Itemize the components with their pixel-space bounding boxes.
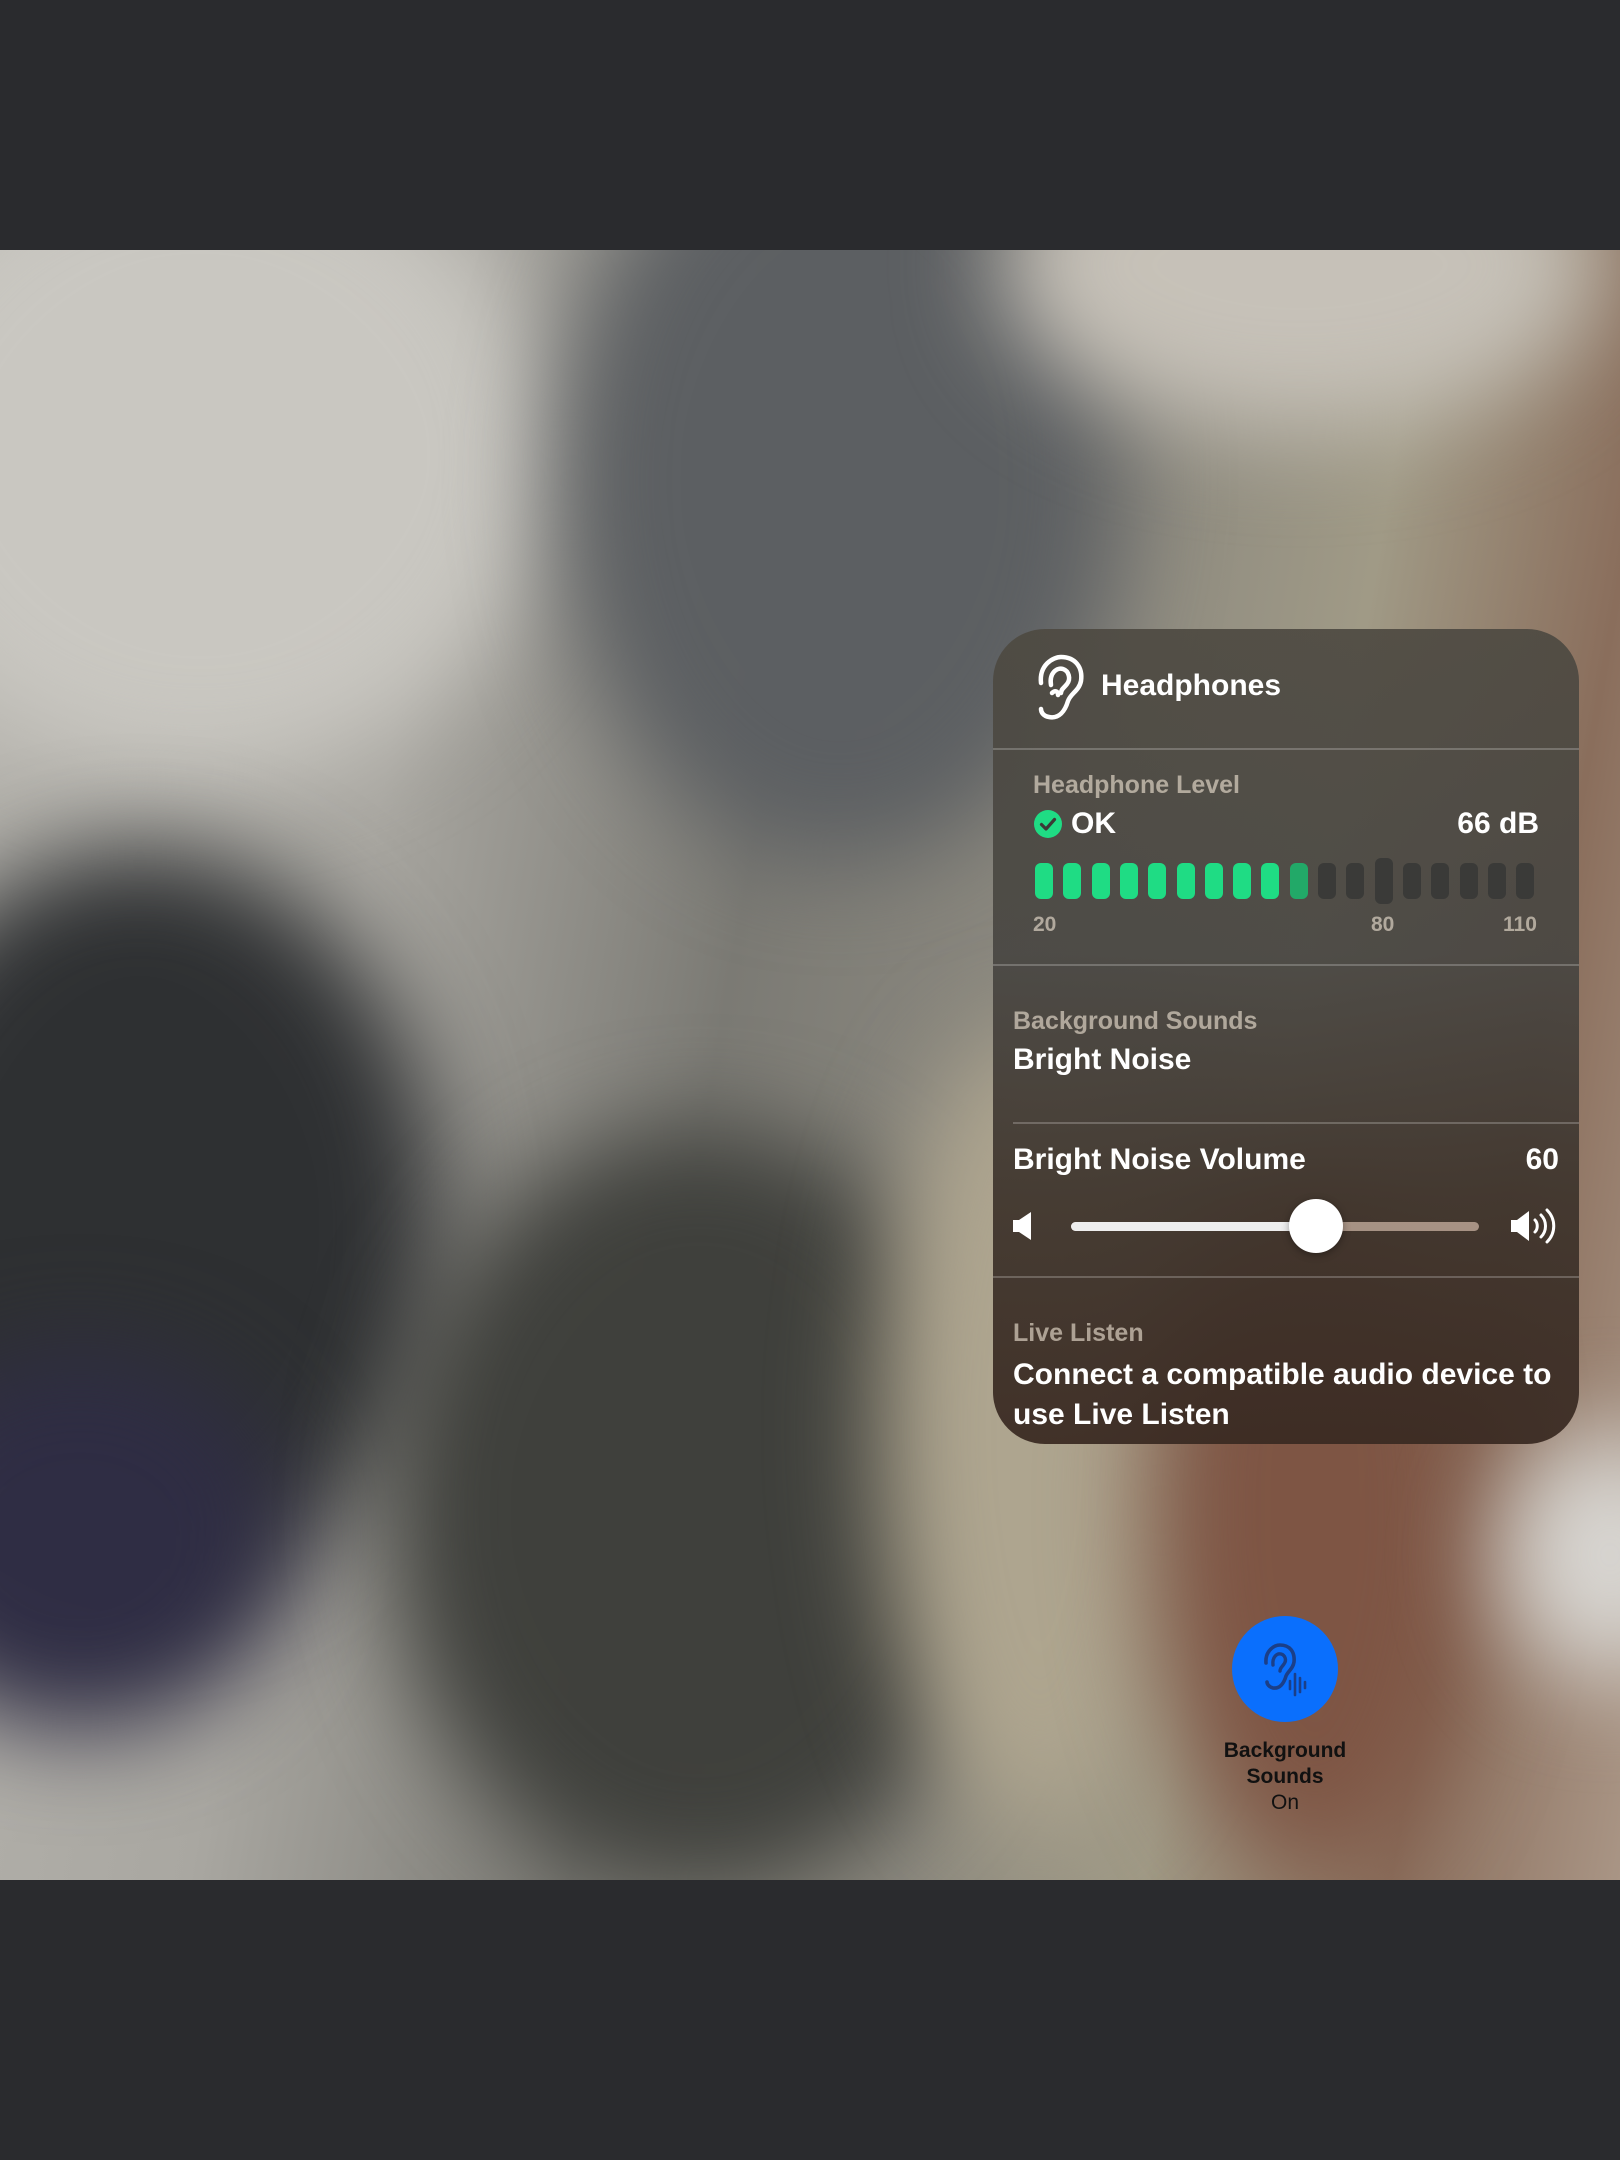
level-meter-segment xyxy=(1063,863,1082,899)
level-meter-segment xyxy=(1459,863,1478,899)
volume-label: Bright Noise Volume xyxy=(1013,1143,1306,1176)
level-meter-segment xyxy=(1176,863,1195,899)
speaker-low-icon[interactable] xyxy=(1011,1210,1035,1242)
level-meter-segment xyxy=(1431,863,1450,899)
speaker-high-icon[interactable] xyxy=(1509,1208,1561,1244)
divider xyxy=(1013,1122,1579,1124)
volume-slider[interactable] xyxy=(1071,1199,1479,1253)
slider-fill xyxy=(1071,1222,1316,1231)
level-meter-segment xyxy=(1261,863,1280,899)
tick-label-mid: 80 xyxy=(1371,913,1395,936)
divider xyxy=(993,964,1579,966)
level-meter-segment xyxy=(1035,863,1053,899)
level-meter-segment xyxy=(1091,863,1110,899)
level-meter-segment xyxy=(1233,863,1252,899)
panel-title: Headphones xyxy=(1101,669,1282,702)
top-dark-band xyxy=(0,0,1620,250)
live-listen-message: Connect a compatible audio device to use… xyxy=(1013,1358,1552,1431)
level-meter-segment xyxy=(1318,863,1336,899)
ear-sound-icon xyxy=(1264,1643,1307,1697)
tick-label-min: 20 xyxy=(1033,913,1057,936)
level-status: OK xyxy=(1071,807,1116,840)
ear-icon xyxy=(1038,654,1084,720)
level-meter-segment xyxy=(1374,858,1393,904)
divider xyxy=(993,748,1579,750)
level-meter-segment xyxy=(1148,863,1167,899)
level-meter-segment xyxy=(1402,863,1421,899)
slider-thumb[interactable] xyxy=(1288,1199,1343,1253)
level-meter-segment xyxy=(1346,863,1365,899)
level-meter-segment xyxy=(1119,863,1138,899)
volume-value: 60 xyxy=(1525,1143,1559,1176)
background-sounds-label: Background Sounds xyxy=(1013,1007,1258,1035)
level-decibels: 66 dB xyxy=(1457,807,1539,840)
background-sounds-toggle-button[interactable] xyxy=(1232,1616,1338,1722)
background-sounds-toggle-state: On xyxy=(1270,1791,1299,1814)
divider xyxy=(993,1276,1579,1278)
background-sounds-toggle-label: Background Sounds xyxy=(1223,1739,1347,1788)
headphones-panel: Headphones Headphone Level OK 66 dB 20 8… xyxy=(993,629,1579,1444)
level-meter-segment xyxy=(1289,863,1308,899)
live-listen-label: Live Listen xyxy=(1013,1319,1144,1347)
background-sounds-value: Bright Noise xyxy=(1013,1043,1192,1076)
level-meter-segment xyxy=(1516,863,1535,899)
panel-header: Headphones xyxy=(993,629,1579,749)
level-meter xyxy=(1035,858,1537,904)
tick-label-max: 110 xyxy=(1503,913,1537,936)
checkmark-circle-icon xyxy=(1034,810,1062,838)
bottom-dark-band xyxy=(0,1880,1620,2160)
level-meter-segment xyxy=(1487,863,1506,899)
headphone-level-label: Headphone Level xyxy=(1033,771,1240,799)
level-meter-segment xyxy=(1204,863,1223,899)
